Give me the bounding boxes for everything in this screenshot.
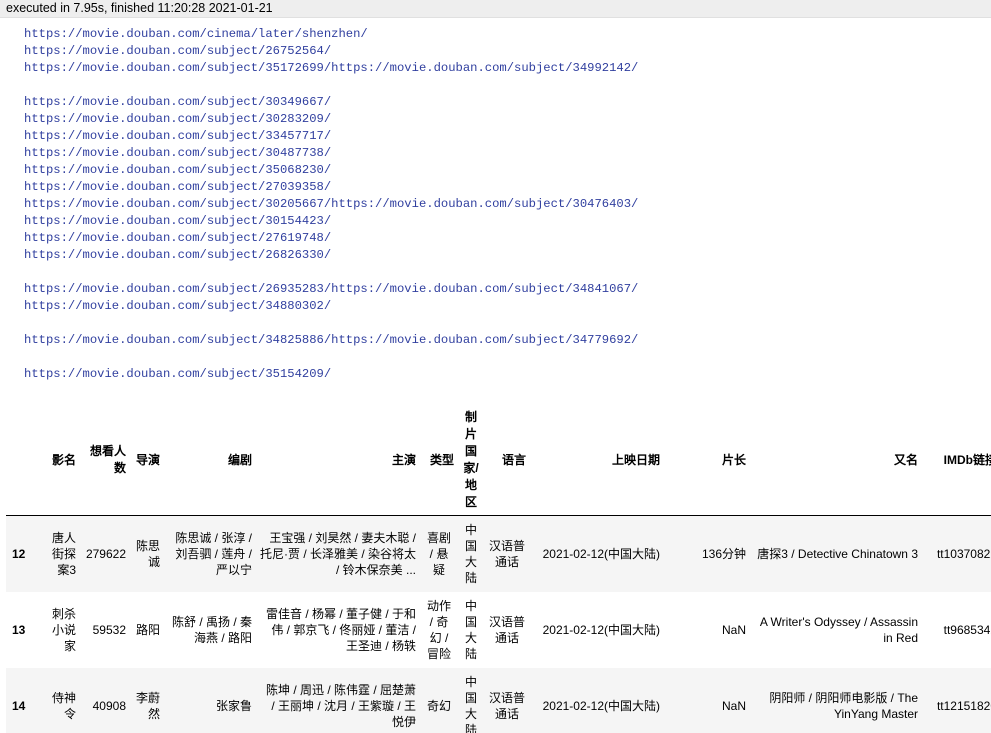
output-line[interactable]: https://movie.douban.com/cinema/later/sh… (24, 26, 984, 43)
table-cell: 136分钟 (701, 546, 746, 561)
table-cell: 59532 (92, 622, 126, 637)
output-line[interactable]: https://movie.douban.com/subject/3034966… (24, 94, 984, 111)
table-cell: 唐人街探案3 (51, 530, 76, 577)
column-header: 上映日期 (530, 405, 664, 516)
table-cell: 2021-02-12(中国大陆) (542, 622, 660, 637)
table-cell: 陈思诚 / 张淳 / 刘吾驷 / 莲舟 / 严以宁 (175, 530, 252, 577)
table-cell: tt12151820 (936, 698, 991, 713)
table-cell: tt9685342 (943, 622, 991, 637)
row-index: 14 (12, 698, 26, 713)
table-cell: 汉语普通话 (488, 614, 525, 645)
output-line[interactable]: https://movie.douban.com/subject/3515420… (24, 366, 984, 383)
output-line[interactable]: https://movie.douban.com/subject/2761974… (24, 230, 984, 247)
table-cell: 汉语普通话 (488, 538, 525, 569)
output-line[interactable]: https://movie.douban.com/subject/3345771… (24, 128, 984, 145)
table-cell: 2021-02-12(中国大陆) (542, 546, 660, 561)
column-header: 语言 (484, 405, 530, 516)
index-header (6, 405, 44, 516)
table-cell: 刺杀小说家 (51, 606, 76, 653)
dataframe-output: 影名 想看人数 导演 编剧 主演 类型 制片国家/地区 语言 上映日期 片长 又名 IMDb链接 12… (6, 405, 991, 733)
row-index: 13 (12, 622, 26, 637)
table-cell: 陈思诚 (135, 538, 160, 569)
output-line[interactable]: https://movie.douban.com/subject/3048773… (24, 145, 984, 162)
table-cell: 奇幻 (426, 698, 451, 713)
table-cell: A Writer's Odyssey / Assassin in Red (759, 614, 918, 645)
table-cell: 喜剧 / 悬疑 (426, 530, 451, 577)
execution-status-bar: executed in 7.95s, finished 11:20:28 202… (0, 0, 991, 18)
table-cell: tt10370822 (936, 546, 991, 561)
output-line[interactable]: https://movie.douban.com/subject/3020566… (24, 196, 984, 213)
table-cell: 路阳 (135, 622, 160, 637)
table-cell: 李蔚然 (135, 690, 160, 721)
output-line[interactable]: https://movie.douban.com/subject/3028320… (24, 111, 984, 128)
output-line[interactable]: https://movie.douban.com/subject/2703935… (24, 179, 984, 196)
column-header: 主演 (256, 405, 420, 516)
table-cell: 唐探3 / Detective Chinatown 3 (757, 546, 918, 561)
column-header: 想看人数 (80, 405, 130, 516)
execution-status-text: executed in 7.95s, finished 11:20:28 202… (6, 1, 273, 15)
column-header: 又名 (750, 405, 922, 516)
table-cell: 2021-02-12(中国大陆) (542, 698, 660, 713)
output-line[interactable]: https://movie.douban.com/subject/3517269… (24, 60, 984, 77)
column-header: 类型 (420, 405, 458, 516)
table-cell: 中国大陆 (464, 598, 477, 661)
column-header: 影名 (44, 405, 80, 516)
table-row: 12 唐人街探案3 279622 陈思诚 陈思诚 / 张淳 / 刘吾驷 / 莲舟 / 严… (6, 515, 991, 592)
table-row: 13 刺杀小说家 59532 路阳 陈舒 / 禹扬 / 秦海燕 / 路阳 雷佳音 / 杨幂… (6, 591, 991, 668)
table-cell: 279622 (85, 546, 126, 561)
table-cell: 侍神令 (51, 690, 76, 721)
table-cell: NaN (721, 622, 746, 637)
table-cell: 汉语普通话 (488, 690, 525, 721)
column-header: 片长 (664, 405, 750, 516)
table-cell: NaN (721, 698, 746, 713)
column-header: IMDb链接 (922, 405, 991, 516)
column-header: 制片国家/地区 (458, 405, 484, 516)
table-row: 14 侍神令 40908 李蔚然 张家鲁 陈坤 / 周迅 / 陈伟霆 / 屈楚萧 / 王丽… (6, 667, 991, 733)
output-line[interactable]: https://movie.douban.com/subject/3506823… (24, 162, 984, 179)
table-cell: 陈坤 / 周迅 / 陈伟霆 / 屈楚萧 / 王丽坤 / 沈月 / 王紫璇 / 王… (265, 682, 416, 729)
output-line[interactable]: https://movie.douban.com/subject/2693528… (24, 281, 984, 298)
output-line[interactable]: https://movie.douban.com/subject/2675256… (24, 43, 984, 60)
output-line[interactable]: https://movie.douban.com/subject/3488030… (24, 298, 984, 315)
table-cell: 阴阳师 / 阴阳师电影版 / The YinYang Master (769, 690, 918, 721)
table-cell: 40908 (92, 698, 126, 713)
column-header: 导演 (130, 405, 164, 516)
output-line[interactable]: https://movie.douban.com/subject/2682633… (24, 247, 984, 264)
table-cell: 动作 / 奇幻 / 冒险 (426, 598, 451, 661)
table-cell: 张家鲁 (215, 698, 252, 713)
table-cell: 雷佳音 / 杨幂 / 董子健 / 于和伟 / 郭京飞 / 佟丽娅 / 董洁 / … (265, 606, 416, 653)
table-cell: 王宝强 / 刘昊然 / 妻夫木聪 / 托尼·贾 / 长泽雅美 / 染谷将太 / … (260, 530, 417, 577)
output-line[interactable]: https://movie.douban.com/subject/3015442… (24, 213, 984, 230)
cell-output: https://movie.douban.com/cinema/later/sh… (24, 26, 984, 383)
row-index: 12 (12, 546, 26, 561)
table-body: 12 唐人街探案3 279622 陈思诚 陈思诚 / 张淳 / 刘吾驷 / 莲舟 / 严… (6, 515, 991, 733)
column-header: 编剧 (164, 405, 256, 516)
dataframe-table: 影名 想看人数 导演 编剧 主演 类型 制片国家/地区 语言 上映日期 片长 又名 IMDb链接 12… (6, 405, 991, 733)
table-header-row: 影名 想看人数 导演 编剧 主演 类型 制片国家/地区 语言 上映日期 片长 又名 IMDb链接 (6, 405, 991, 516)
table-cell: 陈舒 / 禹扬 / 秦海燕 / 路阳 (171, 614, 252, 645)
table-cell: 中国大陆 (464, 522, 477, 585)
output-line[interactable]: https://movie.douban.com/subject/3482588… (24, 332, 984, 349)
table-cell: 中国大陆 (464, 674, 477, 733)
